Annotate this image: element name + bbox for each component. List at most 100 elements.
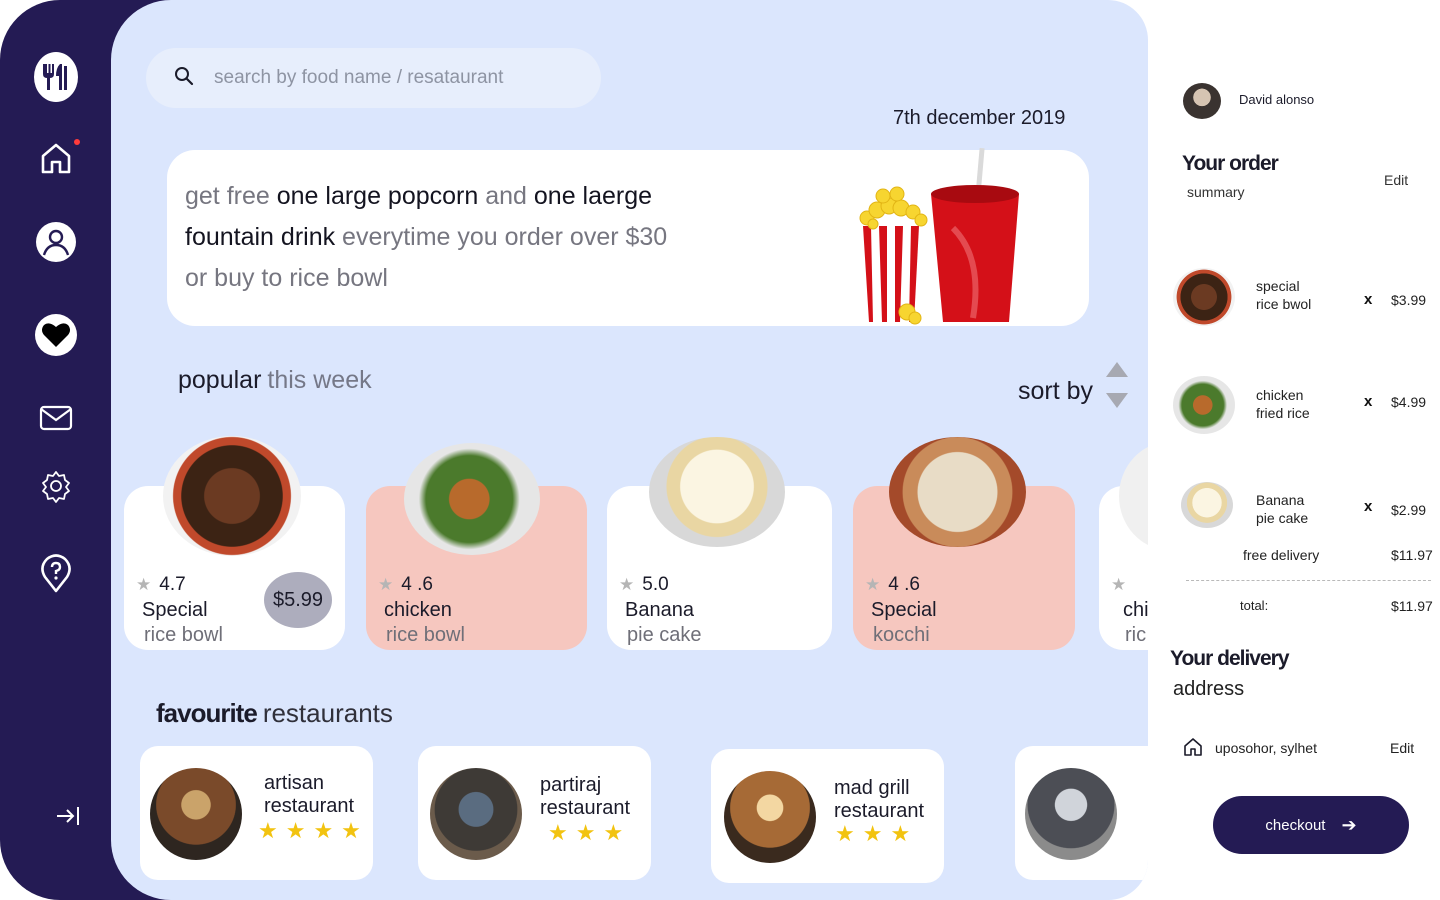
restaurant-card[interactable]: partiraj restaurant ★★★ [418, 746, 651, 880]
total-value: $11.97 [1391, 598, 1433, 614]
order-title: Your order [1182, 152, 1279, 175]
promo-text-part: or buy to rice bowl [185, 264, 388, 292]
search-icon [174, 66, 194, 91]
restaurant-name-line2: restaurant [540, 797, 631, 819]
total-label: total: [1240, 598, 1269, 613]
remove-item-icon[interactable]: x [1364, 393, 1372, 410]
checkout-button[interactable]: checkout ➔ [1213, 796, 1409, 854]
food-name: chi [1123, 599, 1148, 621]
restaurant-name-line1: mad grill [834, 777, 910, 799]
sort-by-label[interactable]: sort by [1018, 377, 1093, 406]
restaurant-name: artisan restaurant [264, 772, 354, 818]
restaurant-name-line1: artisan [264, 772, 325, 794]
promo-text-part: everytime you order over $30 [335, 223, 668, 251]
order-subtitle: summary [1187, 184, 1245, 200]
star-icon: ★ [136, 575, 152, 594]
restaurant-card[interactable]: mad grill restaurant ★★★ [711, 749, 944, 883]
chicken-rice-bowl-image [404, 443, 540, 555]
promo-highlight: one large popcorn [276, 182, 479, 210]
order-item-line2: fried rice [1256, 405, 1310, 421]
star-icon: ★ [1111, 575, 1127, 594]
restaurant-card[interactable]: artisan restaurant ★★★★ [140, 746, 373, 880]
restaurant-image [1025, 768, 1117, 860]
promo-banner[interactable]: get free one large popcorn and one laerg… [167, 147, 1089, 326]
promo-highlight: fountain drink [185, 223, 336, 251]
favourite-title-light: restaurants [262, 698, 393, 728]
order-panel: David alonso Your order summary Edit spe… [1148, 0, 1440, 900]
divider [1186, 580, 1431, 581]
address-edit-button[interactable]: Edit [1390, 740, 1414, 756]
order-item-image [1181, 482, 1233, 528]
special-rice-bowl-image [163, 436, 301, 556]
food-subtitle: pie cake [627, 624, 702, 646]
food-name: Special [142, 599, 208, 621]
logout-icon[interactable] [46, 794, 90, 838]
search-bar[interactable] [146, 48, 601, 108]
card-rating: ★ 5.0 [619, 574, 669, 596]
delivery-subtitle: address [1173, 678, 1245, 700]
card-rating: ★ 4 .6 [378, 574, 433, 596]
promo-text-part: get free [185, 182, 277, 210]
special-kocchi-image [889, 437, 1026, 547]
notification-dot [74, 139, 80, 145]
rating-value: 4 .6 [401, 574, 433, 595]
restaurant-name-line2: restaurant [834, 800, 925, 822]
food-subtitle: kocchi [873, 624, 930, 646]
star-icon: ★ [378, 575, 394, 594]
main-content: 7th december 2019 get free one large pop… [111, 0, 1148, 900]
card-rating: ★ 4.7 [136, 574, 186, 596]
restaurant-name: mad grill restaurant [834, 777, 924, 823]
help-location-icon[interactable] [34, 551, 78, 595]
search-input[interactable] [212, 66, 572, 90]
mail-icon[interactable] [34, 396, 78, 440]
order-item-name: special rice bwol [1256, 277, 1311, 313]
fork-knife-icon [34, 52, 78, 102]
arrow-right-icon: ➔ [1341, 814, 1357, 835]
remove-item-icon[interactable]: x [1364, 498, 1372, 515]
order-item-price: $4.99 [1391, 394, 1427, 410]
sort-descending-icon[interactable] [1106, 393, 1128, 408]
favourite-restaurants-heading: favourite restaurants [156, 698, 393, 729]
free-delivery-label: free delivery [1243, 547, 1320, 563]
home-icon[interactable] [34, 136, 78, 180]
delivery-title: Your delivery [1170, 647, 1289, 670]
promo-text-part: and [478, 182, 534, 210]
artisan-restaurant-image [150, 768, 242, 860]
username[interactable]: David alonso [1239, 92, 1314, 107]
delivery-address: uposohor, sylhet [1215, 740, 1317, 756]
popcorn-drink-image [853, 147, 1023, 326]
food-name: Special [871, 599, 937, 621]
sort-ascending-icon[interactable] [1106, 362, 1128, 377]
order-item-line2: pie cake [1256, 510, 1309, 526]
favourite-title-bold: favourite [156, 698, 258, 728]
star-icon: ★ [619, 575, 635, 594]
card-rating: ★ 4 .6 [865, 574, 920, 596]
order-item-name: chicken fried rice [1256, 386, 1310, 422]
rating-value: 4 .6 [888, 574, 920, 595]
order-item-image [1173, 268, 1235, 326]
order-edit-button[interactable]: Edit [1384, 172, 1408, 188]
favourites-heart-icon[interactable] [34, 313, 78, 357]
order-item-line1: chicken [1256, 387, 1304, 403]
restaurant-name: partiraj restaurant [540, 774, 630, 820]
remove-item-icon[interactable]: x [1364, 291, 1372, 308]
settings-gear-icon[interactable] [34, 464, 78, 508]
restaurant-name-line1: partiraj [540, 774, 602, 796]
home-address-icon [1183, 737, 1203, 762]
avatar[interactable] [1183, 83, 1221, 119]
popular-heading: popular this week [178, 366, 372, 395]
profile-icon[interactable] [34, 220, 78, 264]
rating-value: 5.0 [642, 574, 669, 595]
star-icon: ★ [865, 575, 881, 594]
partiraj-restaurant-image [430, 768, 522, 860]
restaurant-card[interactable] [1015, 746, 1148, 880]
price-badge: $5.99 [264, 572, 332, 628]
current-date: 7th december 2019 [893, 107, 1066, 129]
app-logo[interactable] [34, 52, 78, 102]
food-subtitle: rice bowl [386, 624, 465, 646]
free-delivery-value: $11.97 [1391, 547, 1433, 563]
rating-value: 4.7 [159, 574, 186, 595]
order-item-line1: Banana [1256, 492, 1305, 508]
order-item-price: $3.99 [1391, 292, 1427, 308]
order-item-image [1173, 376, 1235, 434]
